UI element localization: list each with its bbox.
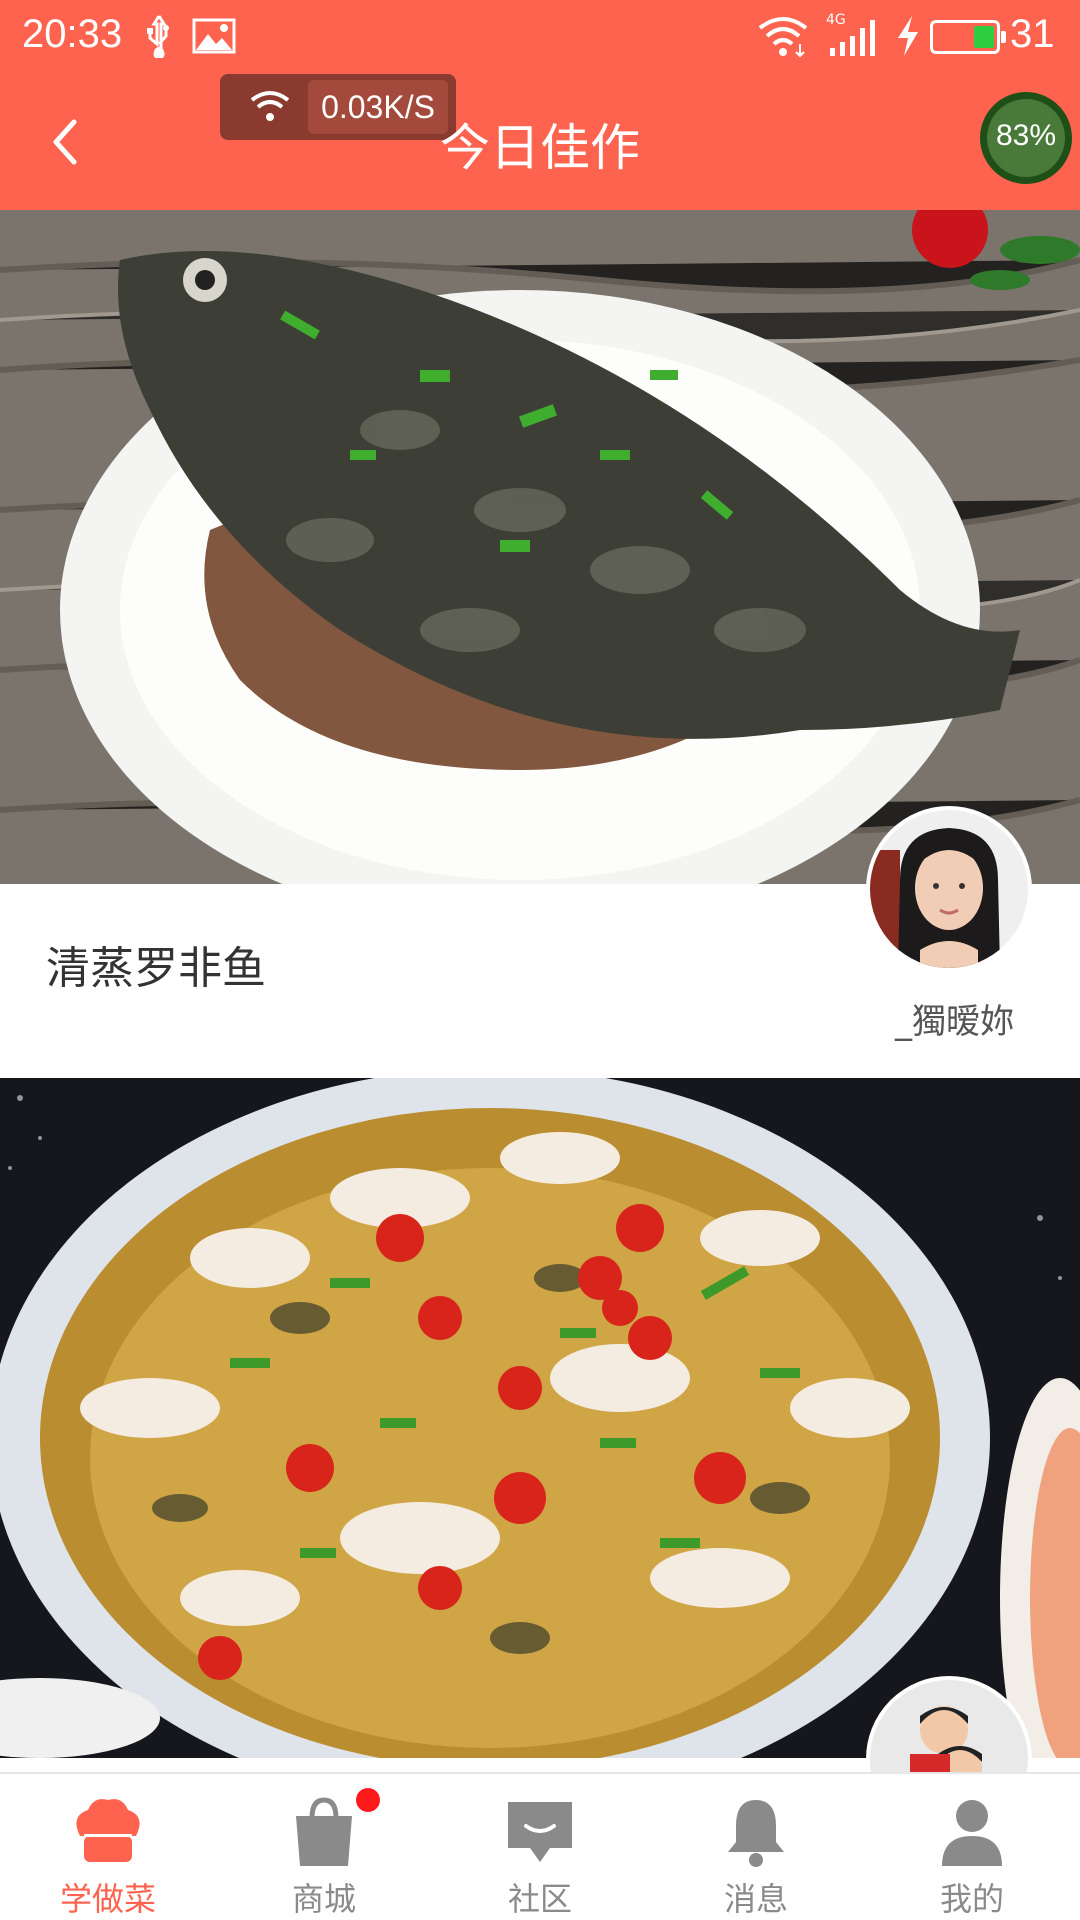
author-avatar[interactable]: [866, 806, 1032, 972]
progress-label: 83%: [995, 119, 1057, 152]
bell-icon: [728, 1800, 784, 1867]
nav-item-learn-cooking[interactable]: 学做菜: [0, 1774, 216, 1920]
recipe-card[interactable]: 清蒸罗非鱼 _獨暧妳 V: [0, 210, 1080, 1170]
status-time: 20:33: [22, 12, 123, 56]
nav-item-messages[interactable]: 消息: [648, 1774, 864, 1920]
nav-item-community[interactable]: 社区: [432, 1774, 648, 1920]
status-bar: 20:33 4G 31: [0, 0, 1080, 76]
chat-bubble-icon: [508, 1802, 572, 1862]
nav-item-store[interactable]: 商城: [216, 1774, 432, 1920]
chef-hat-icon: [76, 1799, 140, 1862]
wifi-icon: [758, 17, 808, 58]
recipe-image[interactable]: [0, 210, 1080, 884]
image-icon: [192, 18, 236, 54]
usb-icon: [147, 15, 169, 58]
recipe-author[interactable]: _獨暧妳: [895, 994, 1014, 1043]
recipe-title[interactable]: 清蒸罗非鱼: [46, 932, 266, 996]
battery-level: 31: [1010, 12, 1055, 56]
notification-dot: [356, 1788, 380, 1812]
page-title: 今日佳作: [440, 119, 640, 177]
signal-icon: [830, 20, 875, 56]
nav-item-profile[interactable]: 我的: [864, 1774, 1080, 1920]
recipe-image[interactable]: [0, 1078, 1080, 1758]
person-icon: [942, 1800, 1002, 1866]
bottom-navigation: 学做菜 商城 社区 消息 我的: [0, 1772, 1080, 1920]
battery-icon: [930, 20, 1006, 54]
app-header: 20:33 4G 31 0.03K/S 今日佳作 83%: [0, 0, 1080, 210]
nav-label: 我的: [939, 1880, 1004, 1918]
charging-icon: [898, 16, 918, 56]
recipe-feed: 清蒸罗非鱼 _獨暧妳 V: [0, 210, 1080, 1772]
nav-label: 消息: [723, 1880, 788, 1918]
nav-label: 社区: [507, 1880, 572, 1918]
nav-label: 商城: [291, 1880, 356, 1918]
shopping-bag-icon: [296, 1797, 352, 1866]
recipe-card[interactable]: [0, 1078, 1080, 1772]
nav-label: 学做菜: [59, 1880, 156, 1918]
progress-indicator[interactable]: 83%: [980, 92, 1072, 184]
